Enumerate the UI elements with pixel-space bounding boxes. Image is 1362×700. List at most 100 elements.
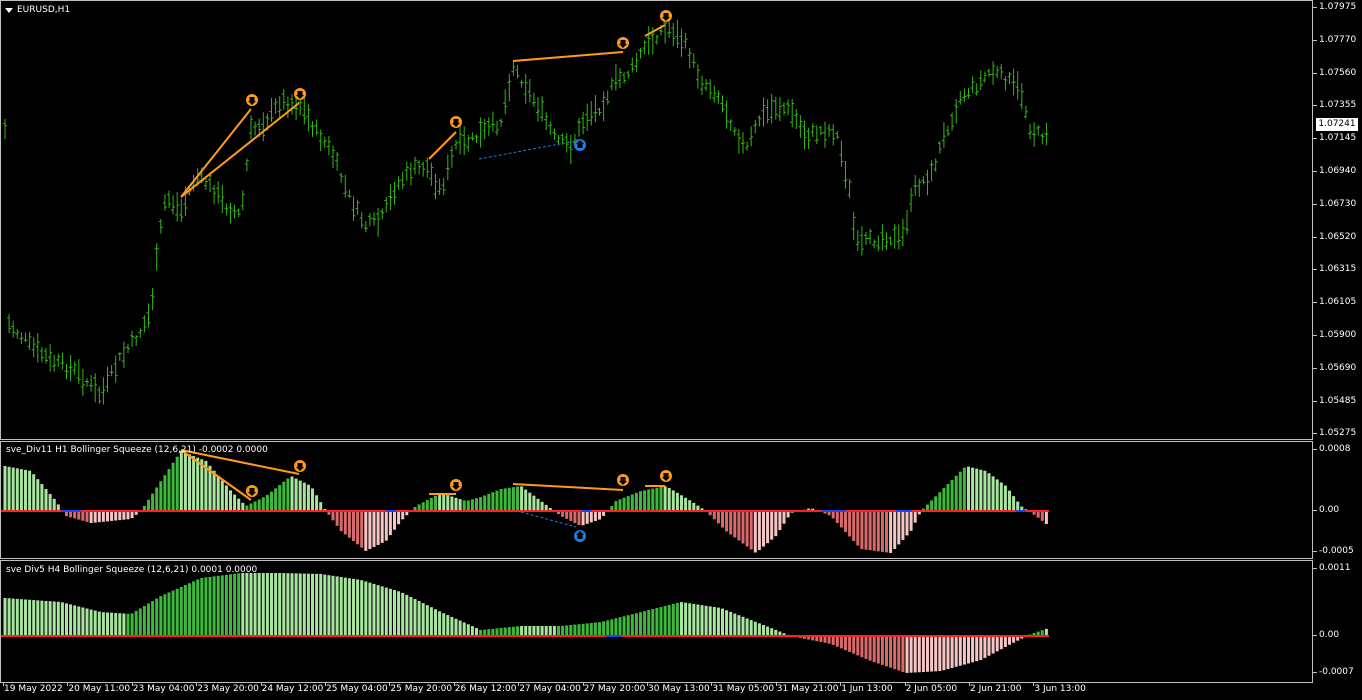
- histogram-bar: [905, 636, 909, 673]
- price-bar: [31, 337, 36, 358]
- price-bar: [179, 198, 184, 223]
- indicator2-scale[interactable]: 0.0011 0.00 -0.0007: [1313, 560, 1362, 683]
- price-bar: [421, 161, 426, 177]
- price-bar: [736, 128, 741, 154]
- price-bar: [966, 88, 971, 99]
- histogram-bar: [384, 587, 388, 636]
- histogram-bar: [897, 636, 901, 671]
- histogram-bar: [983, 636, 987, 658]
- histogram-bar: [1008, 636, 1011, 645]
- histogram-bar: [581, 511, 585, 526]
- histogram-bar: [930, 500, 934, 511]
- histogram-bar: [1044, 511, 1048, 524]
- histogram-bar: [188, 454, 191, 511]
- price-bar: [318, 129, 323, 152]
- price-bar: [581, 111, 586, 135]
- histogram-bar: [360, 511, 364, 548]
- price-bar: [786, 99, 791, 116]
- price-chart-pane[interactable]: EURUSD,H1: [0, 0, 1313, 440]
- histogram-bar: [36, 600, 40, 636]
- histogram-bar: [311, 488, 314, 511]
- histogram-bar: [864, 636, 868, 659]
- histogram-bar: [274, 488, 278, 511]
- histogram-bar: [671, 490, 675, 511]
- histogram-bar: [331, 575, 335, 636]
- price-bar: [732, 127, 737, 136]
- histogram-bar: [179, 586, 183, 636]
- indicator2-pane[interactable]: sve Div5 H4 Bollinger Squeeze (12,6,21) …: [0, 560, 1313, 683]
- price-bar: [937, 141, 942, 154]
- histogram-bar: [954, 636, 958, 667]
- histogram-bar: [528, 626, 532, 636]
- histogram-bar: [499, 627, 503, 636]
- price-bar: [892, 224, 897, 249]
- price-bar: [167, 190, 171, 208]
- chevron-down-icon[interactable]: [5, 7, 13, 13]
- histogram-bar: [901, 511, 905, 540]
- indicator2-title: sve Div5 H4 Bollinger Squeeze (12,6,21) …: [6, 565, 258, 575]
- price-bar: [433, 173, 438, 200]
- histogram-bar: [352, 511, 355, 541]
- histogram-bar: [503, 488, 507, 511]
- histogram-bar: [602, 621, 606, 636]
- price-bar: [827, 124, 832, 138]
- histogram-bar: [167, 469, 171, 511]
- histogram-bar: [212, 470, 216, 511]
- histogram-bar: [876, 511, 880, 552]
- scale-label: -0.0005: [1319, 546, 1354, 556]
- price-bar: [380, 208, 385, 220]
- price-bar: [888, 236, 893, 246]
- price-bar: [609, 77, 614, 91]
- price-bar: [425, 157, 430, 178]
- time-label: 20 May 11:00: [68, 684, 131, 694]
- price-scale[interactable]: 1.07975 1.07770 1.07560 1.07355 1.07145 1.069…: [1313, 0, 1362, 440]
- histogram-bar: [593, 511, 597, 521]
- price-bar: [835, 130, 840, 140]
- histogram-bar: [926, 636, 929, 672]
- price-bar: [675, 19, 680, 49]
- time-label: 27 May 20:00: [583, 684, 646, 694]
- histogram-bar: [442, 493, 446, 511]
- price-bar: [134, 334, 139, 346]
- divergence-line: [180, 102, 300, 198]
- price-bar: [958, 90, 963, 105]
- histogram-bar: [844, 636, 847, 651]
- histogram-bar: [1036, 511, 1040, 518]
- histogram-bar: [647, 610, 651, 636]
- indicator1-pane[interactable]: sve_Div11 H1 Bollinger Squeeze (12,6,21)…: [0, 441, 1313, 559]
- price-bar: [39, 347, 44, 363]
- time-label: 31 May 05:00: [712, 684, 775, 694]
- price-bar: [946, 125, 950, 137]
- price-bar: [388, 184, 393, 211]
- histogram-bar: [1016, 501, 1020, 511]
- histogram-bar: [302, 482, 306, 511]
- histogram-bar: [335, 511, 339, 526]
- price-bar: [413, 156, 417, 175]
- histogram-bar: [491, 492, 495, 511]
- histogram-bar: [844, 511, 847, 532]
- histogram-bar: [745, 511, 749, 547]
- price-bar: [19, 332, 24, 344]
- indicator1-scale[interactable]: 0.0008 0.00 -0.0005: [1313, 441, 1362, 559]
- histogram-bar: [872, 636, 876, 663]
- time-axis[interactable]: 19 May 2022 20 May 11:00 23 May 04:00 23 Ma…: [0, 683, 1313, 700]
- price-bar: [80, 368, 85, 396]
- time-label: 25 May 04:00: [326, 684, 388, 694]
- price-bar: [544, 112, 549, 130]
- price-bar: [121, 341, 126, 368]
- histogram-bar: [729, 611, 733, 636]
- histogram-bar: [622, 497, 626, 511]
- histogram-bar: [85, 608, 89, 636]
- price-bar: [646, 26, 651, 55]
- histogram-bar: [868, 511, 872, 551]
- price-bar: [372, 212, 376, 226]
- price-bar: [794, 109, 799, 129]
- price-bar: [35, 332, 40, 363]
- histogram-bar: [983, 470, 987, 511]
- price-bar: [613, 64, 618, 91]
- symbol-label[interactable]: EURUSD,H1: [5, 5, 70, 15]
- histogram-bar: [995, 479, 999, 511]
- histogram-bar: [561, 625, 565, 636]
- down-arrow-icon: [246, 94, 258, 106]
- histogram-bar: [19, 469, 23, 511]
